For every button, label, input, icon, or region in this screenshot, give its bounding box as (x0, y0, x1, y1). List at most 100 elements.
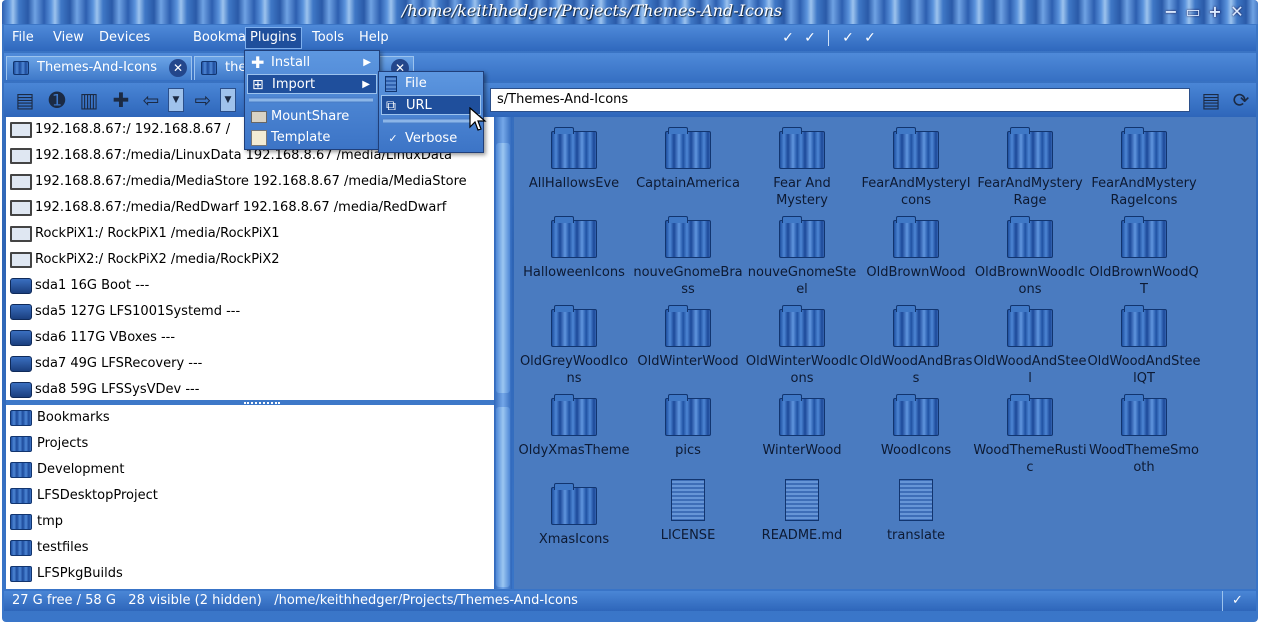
tab-bar: Themes-And-Icons ✕ the ✕ (4, 53, 1256, 81)
plus-icon: ✚ (251, 53, 265, 72)
list-item[interactable]: Bookmarks (6, 405, 494, 431)
minimize-icon[interactable]: − (1162, 3, 1180, 21)
file-item[interactable]: FearAndMysteryRage (973, 127, 1087, 209)
file-item[interactable]: OldWoodAndSteel (973, 305, 1087, 387)
file-item[interactable]: OldWinterWood (631, 305, 745, 370)
new-tab-icon[interactable]: ✚ (108, 88, 134, 112)
menu-separator (249, 97, 373, 103)
list-item[interactable]: RockPiX1:/ RockPiX1 /media/RockPiX1 (6, 221, 494, 247)
folder-icon (10, 410, 32, 426)
list-item[interactable]: sda1 16G Boot --- (6, 273, 494, 299)
list-item[interactable]: 192.168.8.67:/media/RedDwarf 192.168.8.6… (6, 195, 494, 221)
scrollbar-thumb[interactable] (496, 143, 510, 393)
file-item[interactable]: LICENSE (631, 479, 745, 544)
file-item[interactable]: Fear And Mystery (761, 127, 843, 209)
menu-plugins[interactable]: Plugins (245, 27, 302, 49)
folder-icon (893, 127, 939, 169)
list-item[interactable]: sda8 59G LFSSysVDev --- (6, 377, 494, 401)
forward-icon[interactable]: ⇨ (190, 88, 216, 112)
file-item[interactable]: WinterWood (745, 394, 859, 459)
menu-file[interactable]: File (8, 29, 38, 49)
list-item[interactable]: sda5 127G LFS1001Systemd --- (6, 299, 494, 325)
menu-item-mountshare[interactable]: MountShare (247, 107, 377, 127)
file-item[interactable]: OldBrownWoodIcons (973, 216, 1087, 298)
close-icon[interactable]: ✕ (1228, 3, 1246, 21)
file-item[interactable]: XmasIcons (517, 483, 631, 548)
folder-icon (551, 394, 597, 436)
file-item[interactable]: OldBrownWood (859, 216, 973, 281)
file-item[interactable]: WoodThemeRustic (973, 394, 1087, 476)
file-item[interactable]: nouveGnomeBrass (631, 216, 745, 298)
file-item[interactable]: OldWoodAndSteelQT (1087, 305, 1201, 387)
file-item[interactable]: OldWoodAndBrass (859, 305, 973, 387)
splitter-grip[interactable] (244, 402, 280, 404)
vertical-scrollbar[interactable] (494, 117, 512, 589)
file-item[interactable]: nouveGnomeSteel (745, 216, 859, 298)
menu-tools[interactable]: Tools (308, 29, 348, 49)
file-item[interactable]: WoodThemeSmooth (1087, 394, 1201, 476)
refresh-icon[interactable]: ⟳ (1228, 88, 1254, 112)
list-item[interactable]: 192.168.8.67:/media/MediaStore 192.168.8… (6, 169, 494, 195)
file-item[interactable]: OldWinterWoodIcons (745, 305, 859, 387)
folder-icon (10, 540, 32, 556)
list-item[interactable]: tmp (6, 509, 494, 535)
folder-icon (1007, 305, 1053, 347)
shade-icon[interactable]: ▭ (1184, 3, 1202, 21)
list-item[interactable]: LFSPkgBuilds (6, 561, 494, 587)
menu-devices[interactable]: Devices (95, 29, 154, 49)
file-item[interactable]: HalloweenIcons (517, 216, 631, 281)
folder-icon (10, 462, 32, 478)
check-2-icon[interactable]: ✓ (800, 28, 820, 48)
list-item[interactable]: testfiles (6, 535, 494, 561)
file-item[interactable]: FearAndMysteryRageIcons (1087, 127, 1201, 209)
menu-item-file[interactable]: File (381, 74, 481, 94)
path-input[interactable]: s/Themes-And-Icons (490, 88, 1190, 112)
menu-view[interactable]: View (49, 29, 88, 49)
check-1-icon[interactable]: ✓ (778, 28, 798, 48)
file-item[interactable]: pics (631, 394, 745, 459)
forward-history-dropdown[interactable]: ▼ (220, 88, 236, 112)
list-item[interactable]: sda6 117G VBoxes --- (6, 325, 494, 351)
home-folder-icon[interactable]: ▥ (76, 88, 102, 112)
title-bar[interactable]: /home/keithhedger/Projects/Themes-And-Ic… (2, 0, 1258, 24)
tab-close-icon[interactable]: ✕ (169, 59, 187, 77)
file-item[interactable]: CaptainAmerica (631, 127, 745, 192)
list-item[interactable]: RockPiX2:/ RockPiX2 /media/RockPiX2 (6, 247, 494, 273)
drive-icon (10, 330, 32, 346)
url-icon: ⧉ (386, 98, 396, 114)
maximize-icon[interactable]: + (1206, 3, 1224, 21)
menu-item-install[interactable]: ✚ Install ▶ (247, 53, 377, 73)
file-item[interactable]: FearAndMysteryIcons (859, 127, 973, 209)
submenu-arrow-icon: ▶ (362, 79, 370, 90)
list-item[interactable]: LFSDesktopProject (6, 483, 494, 509)
file-item[interactable]: OldGreyWoodIcons (517, 305, 631, 387)
file-item[interactable]: README.md (745, 479, 859, 544)
go-icon[interactable]: ➊ (44, 88, 70, 112)
menu-item-template[interactable]: Template (247, 128, 377, 148)
file-item[interactable]: AllHallowsEve (517, 127, 631, 192)
drive-icon[interactable]: ▤ (12, 88, 38, 112)
file-item[interactable]: WoodIcons (859, 394, 973, 459)
back-history-dropdown[interactable]: ▼ (168, 88, 184, 112)
status-check-icon[interactable]: ✓ (1222, 591, 1252, 611)
tab-themes-and-icons[interactable]: Themes-And-Icons ✕ (6, 56, 192, 80)
list-item[interactable]: Development (6, 457, 494, 483)
menu-item-import[interactable]: ⊞ Import ▶ (247, 74, 377, 94)
list-item[interactable]: sda7 49G LFSRecovery --- (6, 351, 494, 377)
check-3-icon[interactable]: ✓ (838, 28, 858, 48)
check-4-icon[interactable]: ✓ (860, 28, 880, 48)
text-file-icon (671, 479, 705, 521)
folder-icon (1007, 127, 1053, 169)
menu-item-verbose[interactable]: ✓ Verbose (381, 129, 481, 149)
file-item[interactable]: OldBrownWoodQT (1087, 216, 1201, 298)
file-item[interactable]: translate (859, 479, 973, 544)
menu-item-url[interactable]: ⧉ URL (381, 95, 481, 115)
drive-icon (10, 304, 32, 320)
folder-icon (551, 305, 597, 347)
menu-help[interactable]: Help (355, 29, 393, 49)
file-item[interactable]: OldyXmasTheme (517, 394, 631, 459)
drive-icon[interactable]: ▤ (1198, 88, 1224, 112)
list-item[interactable]: Projects (6, 431, 494, 457)
scrollbar-thumb[interactable] (496, 407, 510, 587)
back-icon[interactable]: ⇦ (138, 88, 164, 112)
